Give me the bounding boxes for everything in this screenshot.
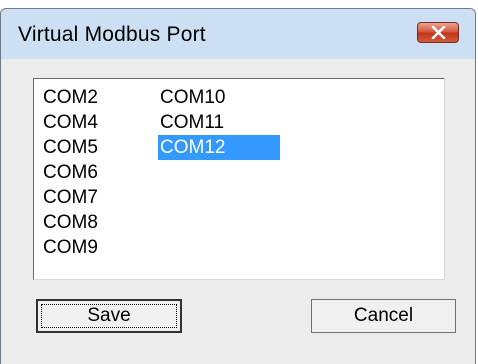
list-item[interactable]: COM4	[41, 110, 163, 135]
list-item-selected[interactable]: COM12	[158, 135, 280, 160]
list-item[interactable]: COM11	[158, 110, 280, 135]
list-item[interactable]: COM10	[158, 85, 280, 110]
dialog-window: Virtual Modbus Port COM2 COM4 COM5 COM6 …	[0, 8, 476, 364]
list-item[interactable]: COM5	[41, 135, 163, 160]
port-listbox[interactable]: COM2 COM4 COM5 COM6 COM7 COM8 COM9 COM10…	[33, 78, 445, 280]
save-button[interactable]: Save	[36, 299, 182, 333]
cancel-button-label: Cancel	[353, 305, 414, 326]
list-item[interactable]: COM2	[41, 85, 163, 110]
list-item[interactable]: COM8	[41, 210, 163, 235]
list-item[interactable]: COM9	[41, 235, 163, 260]
title-bar[interactable]: Virtual Modbus Port	[1, 9, 475, 59]
list-column-1: COM2 COM4 COM5 COM6 COM7 COM8 COM9	[41, 85, 163, 260]
list-item[interactable]: COM6	[41, 160, 163, 185]
list-column-2: COM10 COM11 COM12	[158, 85, 280, 160]
list-item[interactable]: COM7	[41, 185, 163, 210]
close-button[interactable]	[417, 22, 459, 43]
window-title: Virtual Modbus Port	[18, 23, 206, 46]
cancel-button[interactable]: Cancel	[311, 299, 456, 333]
close-icon	[431, 26, 446, 39]
focus-ring	[41, 304, 177, 328]
